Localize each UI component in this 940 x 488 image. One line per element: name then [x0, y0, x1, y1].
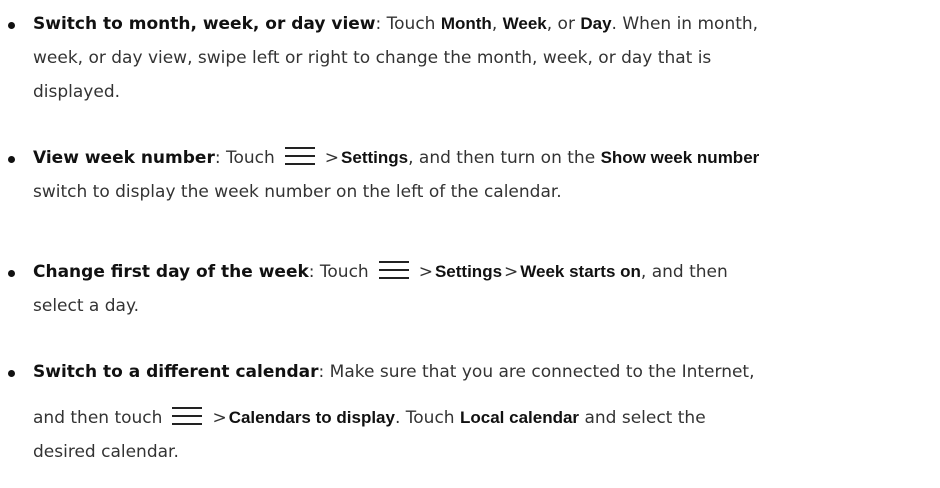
text: , or [546, 14, 581, 34]
ui-label-settings: Settings [434, 262, 503, 281]
text: and then touch [33, 408, 163, 428]
ui-label-week: Week [502, 14, 547, 33]
ui-label-settings: Settings [341, 148, 409, 167]
line: Switch to month, week, or day view: Touc… [33, 12, 758, 36]
ui-label-month: Month [440, 14, 492, 33]
text: . When in month, [611, 14, 759, 34]
line: and then touch > Calendars to display. Tou… [33, 406, 706, 430]
separator: > [504, 262, 519, 282]
menu-icon [172, 407, 203, 425]
text: , and then turn on the [408, 148, 601, 168]
bullet-icon [8, 270, 15, 277]
line: Change first day of the week: Touch > Sett… [33, 260, 728, 284]
line: desired calendar. [33, 442, 179, 462]
text: : Touch [375, 14, 441, 34]
line: displayed. [33, 82, 121, 102]
text: , [491, 14, 503, 34]
text: : Touch [214, 148, 275, 168]
item-title: Switch to month, week, or day view [33, 14, 376, 34]
ui-label-calendars-to-display: Calendars to display [228, 408, 395, 427]
item-title: Switch to a different calendar [33, 362, 319, 382]
ui-label-week-starts-on: Week starts on [520, 262, 641, 281]
bullet-icon [8, 156, 15, 163]
line: View week number: Touch > Settings, and th… [33, 146, 759, 170]
menu-icon [378, 261, 409, 279]
ui-label-day: Day [580, 14, 612, 33]
text: : Touch [308, 262, 369, 282]
item-title: Change first day of the week [33, 262, 309, 282]
text: : Make sure that you are connected to th… [318, 362, 755, 382]
separator: > [418, 262, 433, 282]
bullet-icon [8, 22, 15, 29]
line: select a day. [33, 296, 139, 316]
text: . Touch [394, 408, 460, 428]
menu-icon [284, 147, 315, 165]
ui-label-show-week-number: Show week number [600, 148, 760, 167]
text: and select the [579, 408, 706, 428]
bullet-icon [8, 370, 15, 377]
line: switch to display the week number on the… [33, 182, 562, 202]
separator: > [324, 148, 340, 168]
item-title: View week number [33, 148, 215, 168]
instruction-list: Switch to month, week, or day view: Touc… [0, 0, 940, 488]
line: Switch to a different calendar: Make sur… [33, 360, 755, 384]
separator: > [212, 408, 227, 428]
text: , and then [640, 262, 728, 282]
line: week, or day view, swipe left or right t… [33, 48, 712, 68]
ui-label-local-calendar: Local calendar [459, 408, 580, 427]
